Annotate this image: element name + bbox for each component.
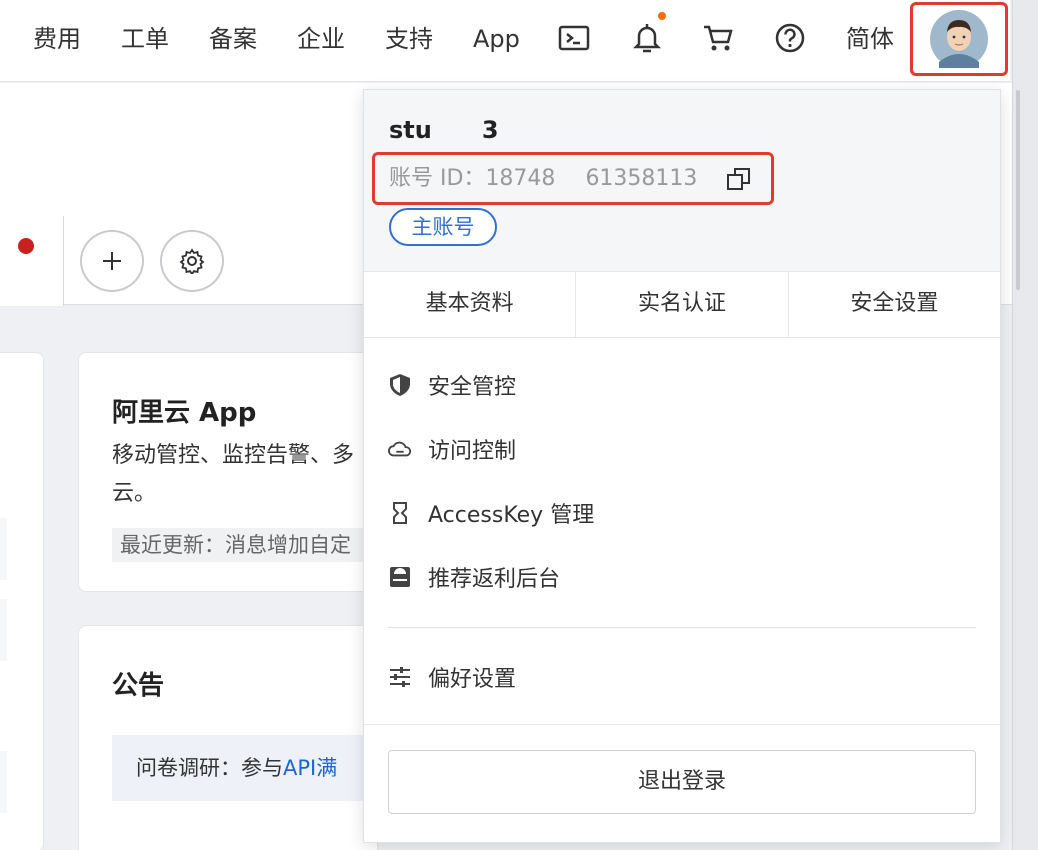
account-header: stu 3 账号 ID：18748 61358113 主账号 bbox=[364, 90, 1000, 272]
scrollbar-thumb[interactable] bbox=[1016, 90, 1020, 290]
nav-icp[interactable]: 备案 bbox=[209, 20, 257, 58]
app-card-desc-cont: 云。 bbox=[112, 481, 157, 506]
key-icon bbox=[388, 501, 412, 525]
bell-icon[interactable] bbox=[629, 20, 665, 56]
top-navbar: 费用 工单 备案 企业 支持 App 简体 bbox=[0, 0, 1010, 82]
menu-security-control[interactable]: 安全管控 bbox=[388, 365, 516, 405]
menu-access-control[interactable]: 访问控制 bbox=[388, 429, 516, 469]
survey-link[interactable]: API满 bbox=[283, 756, 337, 780]
left-block bbox=[0, 599, 7, 661]
logout-button[interactable]: 退出登录 bbox=[388, 750, 976, 814]
profile-tabs: 基本资料 实名认证 安全设置 bbox=[364, 272, 1000, 338]
app-card-update: 最近更新：消息增加自定 bbox=[112, 528, 372, 562]
tab-real-name[interactable]: 实名认证 bbox=[576, 272, 789, 338]
avatar-button[interactable] bbox=[910, 2, 1008, 76]
shield-icon bbox=[388, 373, 412, 397]
account-dropdown: stu 3 账号 ID：18748 61358113 主账号 基本资料 实名认证 安… bbox=[363, 89, 1001, 843]
menu-referral[interactable]: 推荐返利后台 bbox=[388, 557, 560, 597]
sliders-icon bbox=[388, 665, 412, 689]
nav-support[interactable]: 支持 bbox=[385, 20, 433, 58]
nav-tickets[interactable]: 工单 bbox=[121, 20, 169, 58]
nav-enterprise[interactable]: 企业 bbox=[297, 20, 345, 58]
help-icon[interactable] bbox=[772, 20, 808, 56]
terminal-icon[interactable] bbox=[556, 20, 592, 56]
notice-card-title: 公告 bbox=[112, 671, 165, 701]
menu-preferences[interactable]: 偏好设置 bbox=[388, 657, 516, 697]
left-block bbox=[0, 518, 7, 580]
cart-icon[interactable] bbox=[700, 20, 736, 56]
tab-basic-info[interactable]: 基本资料 bbox=[364, 272, 577, 338]
app-card-title: 阿里云 App bbox=[112, 398, 257, 428]
gift-icon bbox=[388, 565, 412, 589]
workspace-settings-button[interactable] bbox=[160, 230, 224, 292]
app-card-desc: 移动管控、监控告警、多 bbox=[112, 443, 355, 468]
tab-security-settings[interactable]: 安全设置 bbox=[789, 272, 1000, 338]
nav-app[interactable]: App bbox=[473, 20, 520, 58]
account-id: 账号 ID：18748 61358113 bbox=[389, 166, 698, 191]
nav-billing[interactable]: 费用 bbox=[33, 20, 81, 58]
menu-accesskey[interactable]: AccessKey 管理 bbox=[388, 493, 594, 533]
footer-divider bbox=[364, 724, 1000, 725]
notification-dot bbox=[658, 12, 666, 20]
username: stu 3 bbox=[389, 116, 499, 144]
left-block bbox=[0, 751, 7, 813]
workspace-tab[interactable] bbox=[0, 216, 64, 306]
avatar bbox=[930, 10, 988, 68]
plus-icon bbox=[103, 252, 121, 270]
left-card bbox=[0, 352, 44, 850]
survey-banner[interactable]: 问卷调研：参与API满 bbox=[112, 735, 372, 801]
language-switch[interactable]: 简体 bbox=[846, 20, 894, 58]
tab-status-dot bbox=[18, 238, 34, 254]
menu-divider bbox=[388, 627, 976, 628]
copy-icon[interactable] bbox=[726, 166, 752, 192]
main-account-tag: 主账号 bbox=[389, 208, 497, 246]
cloud-icon bbox=[388, 437, 412, 461]
add-tab-button[interactable] bbox=[80, 230, 144, 292]
gear-icon bbox=[179, 248, 205, 274]
survey-text: 问卷调研：参与 bbox=[136, 756, 283, 780]
